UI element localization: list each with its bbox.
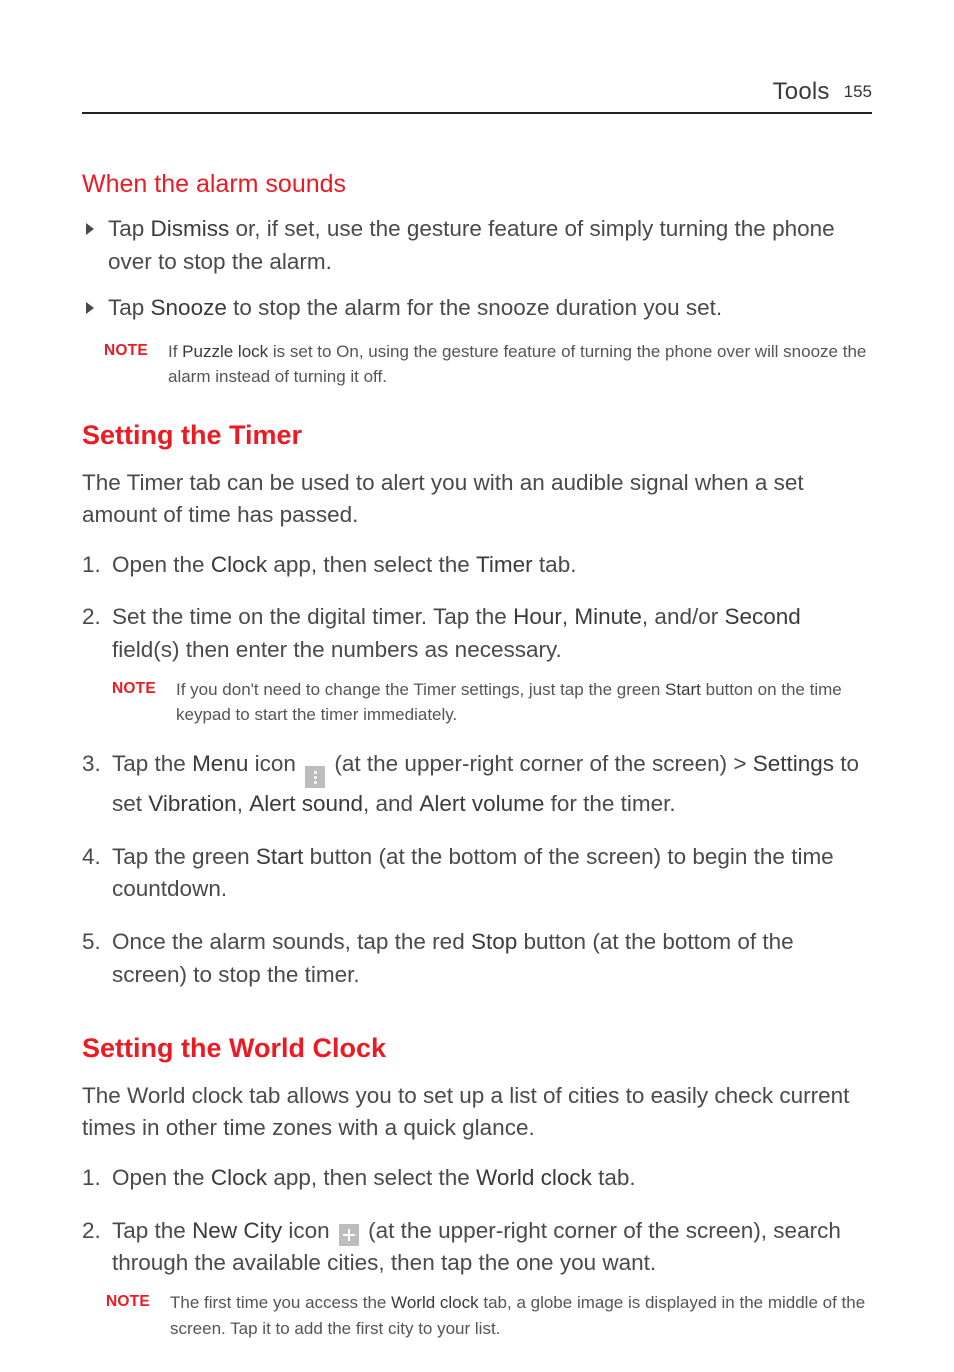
list-item: Tap the New City icon (at the upper-righ… bbox=[82, 1215, 872, 1341]
note-label: NOTE bbox=[112, 677, 158, 700]
plus-icon bbox=[339, 1224, 359, 1246]
heading-setting-world-clock: Setting the World Clock bbox=[82, 1033, 872, 1064]
bullet-text: Tap Snooze to stop the alarm for the sno… bbox=[108, 292, 722, 325]
header-page-number: 155 bbox=[844, 82, 872, 102]
list-item: Open the Clock app, then select the Worl… bbox=[82, 1162, 872, 1195]
list-item: Once the alarm sounds, tap the red Stop … bbox=[82, 926, 872, 991]
ordered-list-timer: Open the Clock app, then select the Time… bbox=[82, 549, 872, 992]
note-block: NOTE The first time you access the World… bbox=[106, 1290, 872, 1341]
triangle-bullet-icon bbox=[86, 223, 94, 235]
note-text: The first time you access the World cloc… bbox=[170, 1290, 872, 1341]
note-block: NOTE If you don't need to change the Tim… bbox=[112, 677, 872, 728]
bullet-text: Tap Dismiss or, if set, use the gesture … bbox=[108, 213, 872, 278]
bullet-list-alarm: Tap Dismiss or, if set, use the gesture … bbox=[82, 213, 872, 325]
heading-setting-timer: Setting the Timer bbox=[82, 420, 872, 451]
list-item: Open the Clock app, then select the Time… bbox=[82, 549, 872, 582]
kebab-menu-icon bbox=[305, 766, 325, 788]
note-block: NOTE If Puzzle lock is set to On, using … bbox=[104, 339, 872, 390]
ordered-list-world-clock: Open the Clock app, then select the Worl… bbox=[82, 1162, 872, 1341]
paragraph-world-intro: The World clock tab allows you to set up… bbox=[82, 1080, 872, 1144]
bullet-item: Tap Snooze to stop the alarm for the sno… bbox=[82, 292, 872, 325]
note-label: NOTE bbox=[106, 1290, 152, 1313]
list-item: Set the time on the digital timer. Tap t… bbox=[82, 601, 872, 727]
header-section: Tools bbox=[773, 78, 830, 106]
note-text: If you don't need to change the Timer se… bbox=[176, 677, 872, 728]
document-page: Tools 155 When the alarm sounds Tap Dism… bbox=[0, 0, 954, 1341]
running-header: Tools 155 bbox=[82, 78, 872, 114]
bullet-item: Tap Dismiss or, if set, use the gesture … bbox=[82, 213, 872, 278]
note-text: If Puzzle lock is set to On, using the g… bbox=[168, 339, 872, 390]
triangle-bullet-icon bbox=[86, 302, 94, 314]
note-label: NOTE bbox=[104, 339, 150, 362]
subheading-when-alarm-sounds: When the alarm sounds bbox=[82, 170, 872, 199]
list-item: Tap the green Start button (at the botto… bbox=[82, 841, 872, 906]
paragraph-timer-intro: The Timer tab can be used to alert you w… bbox=[82, 467, 872, 531]
list-item: Tap the Menu icon (at the upper-right co… bbox=[82, 748, 872, 821]
